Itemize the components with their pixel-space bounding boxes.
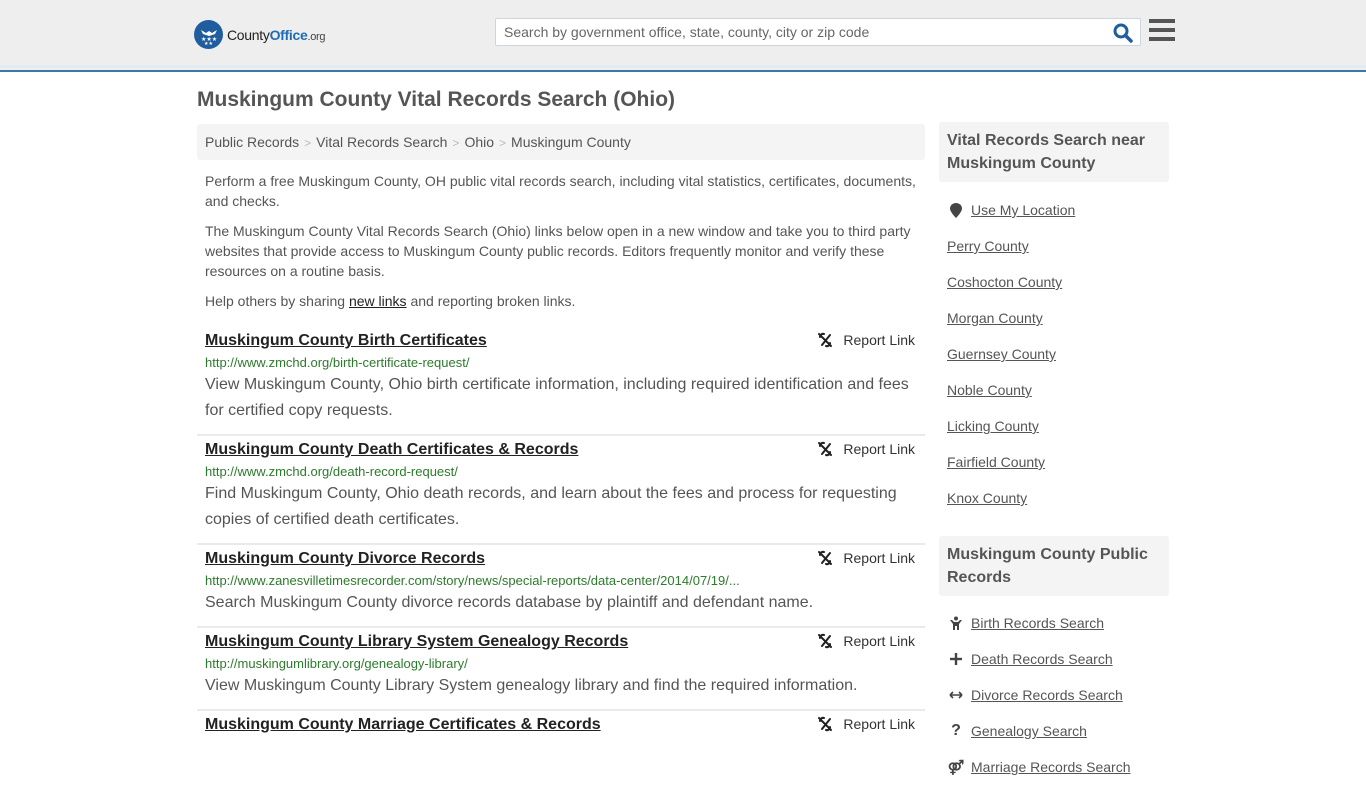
county-link[interactable]: Knox County — [947, 490, 1027, 506]
county-link[interactable]: Licking County — [947, 418, 1039, 434]
breadcrumb-muskingum-county[interactable]: Muskingum County — [511, 134, 631, 150]
breadcrumb-public-records[interactable]: Public Records — [205, 134, 299, 150]
death-records-link[interactable]: Death Records Search — [971, 651, 1113, 667]
result-title-link[interactable]: Muskingum County Death Certificates & Re… — [205, 441, 578, 459]
nearby-heading: Vital Records Search near Muskingum Coun… — [939, 122, 1169, 182]
intro-paragraph-1: Perform a free Muskingum County, OH publ… — [205, 173, 916, 209]
breadcrumb-separator: > — [304, 136, 312, 150]
result-url: http://www.zanesvilletimesrecorder.com/s… — [205, 573, 740, 588]
nearby-list: Use My Location Perry County Coshocton C… — [947, 192, 1172, 516]
report-link-button[interactable]: Report Link — [817, 550, 915, 566]
search-box — [495, 18, 1141, 46]
result-item: Muskingum County Birth Certificates Repo… — [197, 327, 925, 436]
sidebar-item-guernsey-county: Guernsey County — [947, 336, 1172, 372]
divorce-records-link[interactable]: Divorce Records Search — [971, 687, 1123, 703]
result-title-link[interactable]: Muskingum County Birth Certificates — [205, 332, 487, 350]
plus-icon — [947, 653, 965, 665]
breadcrumb-vital-records-search[interactable]: Vital Records Search — [316, 134, 447, 150]
report-link-button[interactable]: Report Link — [817, 332, 915, 348]
county-link[interactable]: Perry County — [947, 238, 1029, 254]
broken-link-icon — [818, 441, 833, 457]
breadcrumb-ohio[interactable]: Ohio — [464, 134, 494, 150]
result-item: Muskingum County Divorce Records Report … — [197, 545, 925, 628]
use-my-location: Use My Location — [947, 192, 1172, 228]
report-link-button[interactable]: Report Link — [817, 716, 915, 732]
eagle-logo-icon: ★★★ ★★ — [194, 20, 223, 49]
county-link[interactable]: Fairfield County — [947, 454, 1045, 470]
intro-text: Perform a free Muskingum County, OH publ… — [205, 171, 920, 321]
report-link-button[interactable]: Report Link — [817, 633, 915, 649]
sidebar-item-genealogy: ? Genealogy Search — [947, 713, 1172, 749]
new-links-link[interactable]: new links — [349, 293, 407, 309]
sidebar-item-knox-county: Knox County — [947, 480, 1172, 516]
use-my-location-link[interactable]: Use My Location — [971, 202, 1075, 218]
result-title-link[interactable]: Muskingum County Marriage Certificates &… — [205, 716, 601, 734]
hamburger-menu-icon[interactable] — [1149, 19, 1175, 43]
genealogy-link[interactable]: Genealogy Search — [971, 723, 1087, 739]
result-description: Find Muskingum County, Ohio death record… — [205, 485, 897, 528]
result-item: Muskingum County Marriage Certificates &… — [197, 711, 925, 744]
result-title-link[interactable]: Muskingum County Library System Genealog… — [205, 633, 628, 651]
search-input[interactable] — [496, 19, 1106, 45]
site-logo[interactable]: ★★★ ★★ CountyOffice.org — [194, 20, 326, 49]
arrows-horizontal-icon — [947, 690, 965, 700]
child-icon — [947, 616, 965, 630]
county-link[interactable]: Coshocton County — [947, 274, 1062, 290]
site-header: ★★★ ★★ CountyOffice.org — [0, 0, 1366, 72]
venus-mars-icon: ⚤ — [947, 758, 965, 775]
sidebar-item-morgan-county: Morgan County — [947, 300, 1172, 336]
broken-link-icon — [818, 332, 833, 348]
breadcrumb: Public Records > Vital Records Search > Ohio… — [197, 124, 925, 160]
broken-link-icon — [818, 633, 833, 649]
public-records-list: Birth Records Search Death Records Searc… — [947, 605, 1172, 785]
report-link-button[interactable]: Report Link — [817, 441, 915, 457]
result-url: http://muskingumlibrary.org/genealogy-li… — [205, 656, 468, 671]
search-icon[interactable] — [1112, 22, 1134, 44]
county-link[interactable]: Morgan County — [947, 310, 1043, 326]
result-item: Muskingum County Library System Genealog… — [197, 628, 925, 711]
sidebar-item-licking-county: Licking County — [947, 408, 1172, 444]
result-item: Muskingum County Death Certificates & Re… — [197, 436, 925, 545]
public-records-heading: Muskingum County Public Records — [939, 536, 1169, 596]
breadcrumb-separator: > — [499, 136, 507, 150]
result-title-link[interactable]: Muskingum County Divorce Records — [205, 550, 485, 568]
results-list: Muskingum County Birth Certificates Repo… — [197, 327, 925, 744]
sidebar-item-coshocton-county: Coshocton County — [947, 264, 1172, 300]
intro-paragraph-3: Help others by sharing new links and rep… — [205, 293, 576, 309]
county-link[interactable]: Guernsey County — [947, 346, 1056, 362]
sidebar-item-perry-county: Perry County — [947, 228, 1172, 264]
result-url: http://www.zmchd.org/birth-certificate-r… — [205, 355, 470, 370]
map-marker-icon — [947, 202, 965, 218]
sidebar-item-divorce-records: Divorce Records Search — [947, 677, 1172, 713]
result-description: Search Muskingum County divorce records … — [205, 594, 814, 611]
logo-text: CountyOffice.org — [227, 26, 326, 43]
result-description: View Muskingum County Library System gen… — [205, 677, 858, 694]
broken-link-icon — [818, 550, 833, 566]
sidebar-item-birth-records: Birth Records Search — [947, 605, 1172, 641]
page-title: Muskingum County Vital Records Search (O… — [197, 88, 676, 111]
question-icon: ? — [951, 722, 961, 739]
sidebar-item-marriage-records: ⚤ Marriage Records Search — [947, 749, 1172, 785]
result-description: View Muskingum County, Ohio birth certif… — [205, 376, 909, 419]
sidebar-item-noble-county: Noble County — [947, 372, 1172, 408]
result-url: http://www.zmchd.org/death-record-reques… — [205, 464, 458, 479]
sidebar-item-death-records: Death Records Search — [947, 641, 1172, 677]
svg-text:★★: ★★ — [204, 41, 213, 46]
sidebar-item-fairfield-county: Fairfield County — [947, 444, 1172, 480]
intro-paragraph-2: The Muskingum County Vital Records Searc… — [205, 223, 911, 279]
marriage-records-link[interactable]: Marriage Records Search — [971, 759, 1131, 775]
broken-link-icon — [818, 716, 833, 732]
county-link[interactable]: Noble County — [947, 382, 1032, 398]
breadcrumb-separator: > — [452, 136, 460, 150]
birth-records-link[interactable]: Birth Records Search — [971, 615, 1104, 631]
